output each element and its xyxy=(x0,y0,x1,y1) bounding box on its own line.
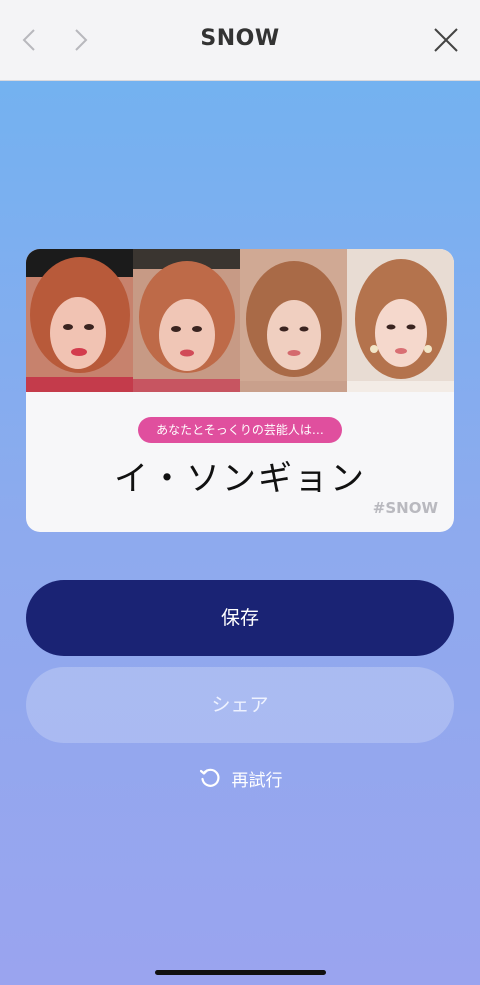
page-title: SNOW xyxy=(200,26,280,51)
retry-label: 再試行 xyxy=(231,770,283,791)
save-button[interactable]: 保存 xyxy=(26,580,454,656)
retry-button[interactable]: 再試行 xyxy=(0,763,480,793)
home-indicator xyxy=(155,970,326,975)
celebrity-name: イ・ソンギョン xyxy=(114,459,366,499)
face-photo-morph-2 xyxy=(240,249,347,392)
face-photo-morph-1 xyxy=(133,249,240,392)
face-photo-user xyxy=(26,249,133,392)
result-card: あなたとそっくりの芸能人は… イ・ソンギョン #SNOW xyxy=(26,249,454,532)
close-icon xyxy=(434,28,458,52)
top-bar: SNOW xyxy=(0,0,480,81)
face-morph-strip xyxy=(26,249,454,392)
snow-hashtag: #SNOW xyxy=(372,499,438,517)
refresh-icon xyxy=(199,768,219,787)
close-button[interactable] xyxy=(430,24,462,56)
share-button[interactable]: シェア xyxy=(26,667,454,743)
face-photo-celebrity xyxy=(347,249,454,392)
lookalike-label-badge: あなたとそっくりの芸能人は… xyxy=(138,417,342,443)
